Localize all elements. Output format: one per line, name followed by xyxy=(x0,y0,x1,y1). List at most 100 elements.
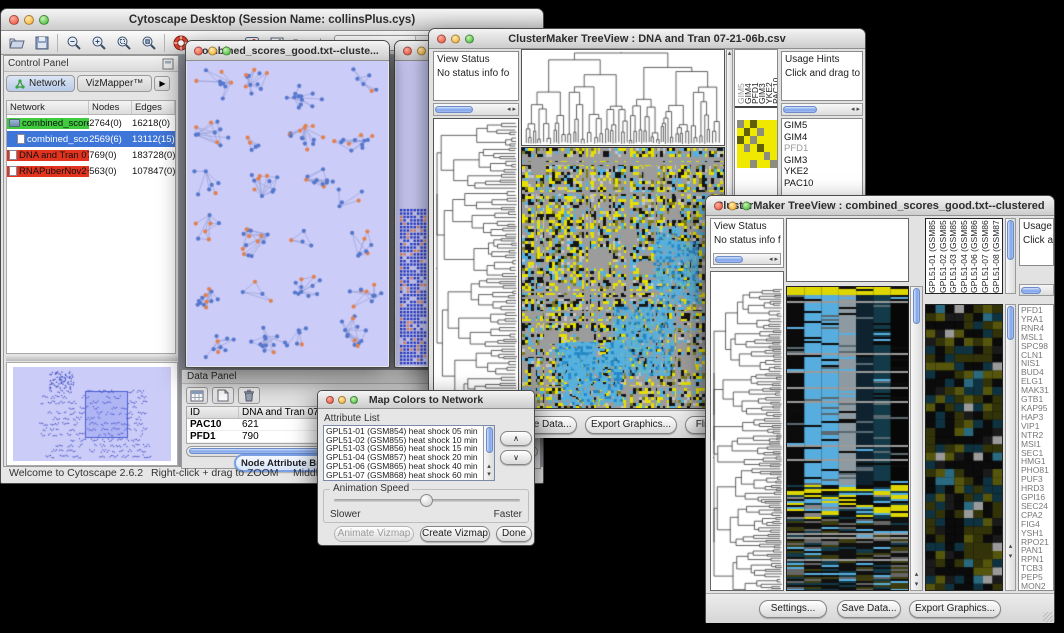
tv1-row-label[interactable]: GIM4 xyxy=(784,132,860,144)
tv1-row-dendrogram[interactable] xyxy=(434,119,518,408)
tv2-gene-label[interactable]: KAP95 xyxy=(1021,404,1051,413)
tv2-gene-label[interactable]: SEC1 xyxy=(1021,449,1051,458)
attribute-select-icon[interactable] xyxy=(186,387,208,404)
tv2-gene-label[interactable]: PFD1 xyxy=(1021,306,1051,315)
attribute-list-vscrollbar[interactable]: ▴ ▾ xyxy=(483,426,494,480)
tv1-column-label[interactable]: GIM4 xyxy=(744,52,751,104)
float-panel-icon[interactable] xyxy=(162,58,174,70)
tv1-left-hscroll-thumb[interactable] xyxy=(435,106,473,114)
done-button[interactable]: Done xyxy=(496,526,532,542)
network-row[interactable]: combined_sco 2569(6) 13112(15) xyxy=(7,131,175,147)
close-button[interactable] xyxy=(326,396,334,404)
scroll-up-arrow[interactable]: ▴ xyxy=(1006,543,1015,550)
tv2-status-hscroll-thumb[interactable] xyxy=(715,256,743,263)
tv2-status-hscrollbar[interactable]: ◂ ▸ xyxy=(713,253,781,265)
network1-title-bar[interactable]: combined_scores_good.txt--cluste... xyxy=(186,41,389,61)
col-header-nodes[interactable]: Nodes xyxy=(89,101,132,114)
minimize-button[interactable] xyxy=(24,15,34,25)
tv2-export-graphics-button[interactable]: Export Graphics... xyxy=(909,600,1001,618)
network-name-cell[interactable]: combined_scores xyxy=(7,118,89,129)
minimize-button[interactable] xyxy=(451,34,460,43)
maximize-button[interactable] xyxy=(465,34,474,43)
tv2-gene-label[interactable]: PEP5 xyxy=(1021,573,1051,582)
tv2-gene-label[interactable]: GTB1 xyxy=(1021,395,1051,404)
minimize-button[interactable] xyxy=(417,46,426,55)
dialog-title-bar[interactable]: Map Colors to Network xyxy=(318,391,534,409)
tv2-gene-label[interactable]: RNR4 xyxy=(1021,324,1051,333)
tv2-gene-label[interactable]: MAK31 xyxy=(1021,386,1051,395)
close-button[interactable] xyxy=(403,46,412,55)
tv2-gene-label[interactable]: YRA1 xyxy=(1021,315,1051,324)
network-name-cell[interactable]: RNAPuberNov2+ xyxy=(7,166,89,177)
animate-vizmap-button[interactable]: Animate Vizmap xyxy=(334,526,414,542)
scroll-right-arrow[interactable]: ▸ xyxy=(854,106,862,113)
scroll-down-arrow[interactable]: ▾ xyxy=(484,471,494,478)
resize-grip[interactable] xyxy=(1043,612,1053,622)
tv2-gene-label[interactable]: YSH1 xyxy=(1021,529,1051,538)
move-up-button[interactable]: ∧ xyxy=(500,431,532,446)
panel-splitter[interactable] xyxy=(6,356,178,361)
open-file-icon[interactable] xyxy=(7,33,26,52)
tv1-left-hscrollbar[interactable]: ◂ ▸ xyxy=(433,103,519,116)
scroll-right-arrow[interactable]: ▸ xyxy=(772,256,780,263)
tv2-right-hscroll-thumb[interactable] xyxy=(1021,287,1041,294)
tv2-save-data-button[interactable]: Save Data... xyxy=(837,600,901,618)
tv2-gene-label[interactable]: FIG4 xyxy=(1021,520,1051,529)
tv2-gene-label[interactable]: TCB3 xyxy=(1021,564,1051,573)
col-header-edges[interactable]: Edges xyxy=(132,101,175,114)
tv1-row-label[interactable]: PAC10 xyxy=(784,178,860,190)
scroll-right-arrow[interactable]: ▸ xyxy=(510,106,518,113)
minimize-button[interactable] xyxy=(728,201,737,210)
tv2-column-label[interactable]: GPL51-08 (GSM872) xyxy=(992,220,1003,293)
tv2-zoom-heatmap[interactable] xyxy=(926,305,1002,590)
tv1-right-hscroll-thumb[interactable] xyxy=(783,106,817,114)
col-header-id[interactable]: ID xyxy=(187,407,239,418)
new-attribute-icon[interactable] xyxy=(212,387,234,404)
tv2-column-label[interactable]: GPL51-01 (GSM854) xyxy=(928,220,939,293)
network-row[interactable]: combined_scores 2764(0) 16218(0) xyxy=(7,115,175,131)
scroll-up-arrow[interactable]: ▴ xyxy=(727,50,732,57)
tab-overflow-button[interactable]: ▶ xyxy=(154,76,170,91)
tv2-gene-label[interactable]: MON2 xyxy=(1021,582,1051,591)
close-button[interactable] xyxy=(437,34,446,43)
close-button[interactable] xyxy=(194,46,203,55)
network-overview-canvas[interactable] xyxy=(13,367,171,461)
save-icon[interactable] xyxy=(32,33,51,52)
tv1-matrix-thumbnail[interactable] xyxy=(737,120,777,168)
tv2-gene-label[interactable]: CLN1 xyxy=(1021,351,1051,360)
network-name-cell[interactable]: DNA and Tran 07 xyxy=(7,150,89,161)
tv1-row-label[interactable]: YKE2 xyxy=(784,166,860,178)
tv2-zoom-vscroll-thumb[interactable] xyxy=(1007,306,1013,340)
tv2-heatmap-vscroll-thumb[interactable] xyxy=(913,288,921,324)
tv2-gene-label[interactable]: MSI1 xyxy=(1021,440,1051,449)
tab-vizmapper[interactable]: VizMapper™ xyxy=(77,75,153,92)
tv2-gene-label[interactable]: HMG1 xyxy=(1021,457,1051,466)
maximize-button[interactable] xyxy=(222,46,231,55)
create-vizmap-button[interactable]: Create Vizmap xyxy=(420,526,490,542)
scroll-up-arrow[interactable]: ▴ xyxy=(911,571,922,578)
tv2-gene-label[interactable]: PAN1 xyxy=(1021,546,1051,555)
network1-canvas[interactable] xyxy=(187,61,388,366)
tv2-column-label[interactable]: GPL51-06 (GSM865) xyxy=(970,220,981,293)
tv1-row-label[interactable]: GIM3 xyxy=(784,155,860,167)
tv2-heatmap-vscrollbar[interactable]: ▴ ▾ xyxy=(910,286,923,591)
tv1-export-graphics-button[interactable]: Export Graphics... xyxy=(585,416,677,434)
tv2-gene-label[interactable]: BUD4 xyxy=(1021,368,1051,377)
attribute-item[interactable]: GPL51-06 (GSM865) heat shock 40 min xyxy=(326,462,492,471)
tv2-column-label[interactable]: GPL51-04 (GSM857) xyxy=(960,220,971,293)
tv2-gene-label[interactable]: SEC24 xyxy=(1021,502,1051,511)
treeview2-title-bar[interactable]: ClusterMaker TreeView : combined_scores_… xyxy=(706,196,1054,216)
attribute-item[interactable]: GPL51-01 (GSM854) heat shock 05 min xyxy=(326,427,492,436)
tv2-gene-label[interactable]: SPC98 xyxy=(1021,342,1051,351)
network-name-cell[interactable]: combined_sco xyxy=(7,134,89,145)
attribute-list-vscroll-thumb[interactable] xyxy=(486,427,493,453)
tv2-collabel-vscrollbar[interactable] xyxy=(1005,218,1016,294)
network-row[interactable]: DNA and Tran 07 769(0) 183728(0) xyxy=(7,147,175,163)
network1-view[interactable] xyxy=(187,61,388,366)
tv1-column-label[interactable]: GIM5 xyxy=(737,52,744,104)
attribute-item[interactable]: GPL51-07 (GSM868) heat shock 60 min xyxy=(326,471,492,480)
tv2-gene-label[interactable]: RPN1 xyxy=(1021,555,1051,564)
tv2-right-hscrollbar[interactable] xyxy=(1019,284,1054,296)
delete-attribute-icon[interactable] xyxy=(238,387,260,404)
tv1-column-label[interactable]: GIM3 xyxy=(758,52,765,104)
